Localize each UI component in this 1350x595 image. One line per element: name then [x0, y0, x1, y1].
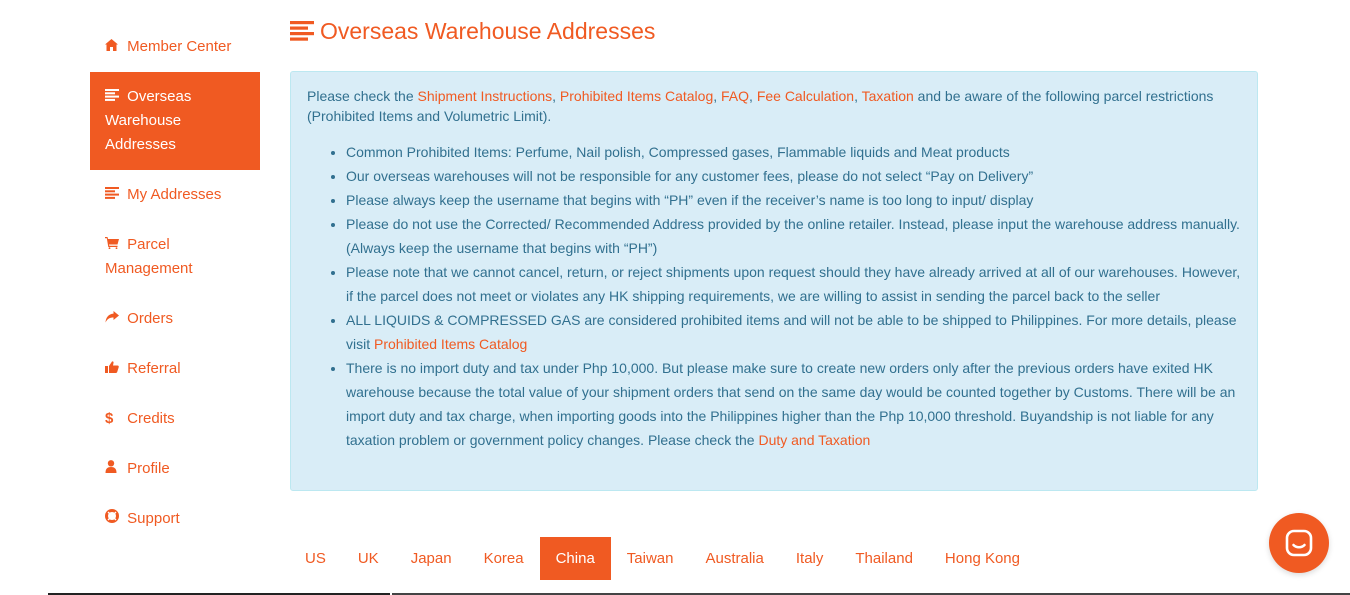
- thumbs-up-icon: [105, 357, 123, 381]
- separator: ,: [749, 88, 757, 104]
- tab-korea[interactable]: Korea: [468, 537, 540, 580]
- faq-link[interactable]: FAQ: [721, 88, 749, 104]
- sidebar-item-credits[interactable]: $ Credits: [90, 394, 260, 444]
- dollar-icon: $: [105, 410, 114, 427]
- sidebar-item-overseas-warehouse-addresses[interactable]: Overseas Warehouse Addresses: [90, 72, 260, 170]
- tab-us[interactable]: US: [289, 537, 342, 580]
- chat-icon: [1285, 529, 1313, 557]
- tab-japan[interactable]: Japan: [395, 537, 468, 580]
- tab-thailand[interactable]: Thailand: [839, 537, 929, 580]
- sidebar-item-member-center[interactable]: Member Center: [90, 22, 260, 72]
- shipment-instructions-link[interactable]: Shipment Instructions: [418, 88, 553, 104]
- sidebar-item-parcel-management[interactable]: Parcel Management: [90, 220, 260, 294]
- tab-taiwan[interactable]: Taiwan: [611, 537, 690, 580]
- list-item: Our overseas warehouses will not be resp…: [346, 164, 1241, 188]
- list-item: There is no import duty and tax under Ph…: [346, 356, 1241, 452]
- notice-box: Please check the Shipment Instructions, …: [290, 71, 1258, 491]
- sidebar-item-label: Support: [127, 510, 180, 527]
- notice-intro: Please check the Shipment Instructions, …: [307, 86, 1241, 126]
- separator: ,: [552, 88, 560, 104]
- share-icon: [105, 307, 123, 331]
- restriction-list: Common Prohibited Items: Perfume, Nail p…: [307, 140, 1241, 452]
- home-icon: [105, 35, 123, 59]
- tab-uk[interactable]: UK: [342, 537, 395, 580]
- sidebar-item-support[interactable]: Support: [90, 494, 260, 544]
- list-item: Please do not use the Corrected/ Recomme…: [346, 212, 1241, 260]
- tab-hong-kong[interactable]: Hong Kong: [929, 537, 1036, 580]
- tab-australia[interactable]: Australia: [690, 537, 780, 580]
- separator: ,: [713, 88, 722, 104]
- list-item: Common Prohibited Items: Perfume, Nail p…: [346, 140, 1241, 164]
- page-title: Overseas Warehouse Addresses: [290, 15, 655, 49]
- sidebar-item-my-addresses[interactable]: My Addresses: [90, 170, 260, 220]
- list-item: ALL LIQUIDS & COMPRESSED GAS are conside…: [346, 308, 1241, 356]
- chat-button[interactable]: [1269, 513, 1329, 573]
- country-tabs: US UK Japan Korea China Taiwan Australia…: [289, 537, 1036, 580]
- list-icon: [290, 17, 314, 49]
- fee-calculation-link[interactable]: Fee Calculation: [757, 88, 854, 104]
- list-icon: [105, 85, 123, 109]
- taxation-link[interactable]: Taxation: [862, 88, 914, 104]
- user-icon: [105, 457, 123, 481]
- sidebar-item-profile[interactable]: Profile: [90, 444, 260, 494]
- lifebuoy-icon: [105, 507, 123, 531]
- tab-china[interactable]: China: [539, 537, 611, 580]
- list-icon: [105, 183, 123, 207]
- sidebar-item-label: Referral: [127, 360, 181, 377]
- duty-and-taxation-link[interactable]: Duty and Taxation: [758, 432, 870, 448]
- cart-icon: [105, 233, 123, 257]
- prohibited-items-catalog-link[interactable]: Prohibited Items Catalog: [560, 88, 713, 104]
- notice-intro-prefix: Please check the: [307, 88, 418, 104]
- list-item: Please always keep the username that beg…: [346, 188, 1241, 212]
- sidebar-item-label: Orders: [127, 310, 174, 327]
- sidebar-item-label: My Addresses: [127, 186, 222, 203]
- sidebar-item-orders[interactable]: Orders: [90, 294, 260, 344]
- sidebar-item-label: Member Center: [127, 38, 232, 55]
- prohibited-items-catalog-link[interactable]: Prohibited Items Catalog: [374, 336, 527, 352]
- tab-italy[interactable]: Italy: [780, 537, 840, 580]
- page-title-text: Overseas Warehouse Addresses: [320, 18, 656, 44]
- sidebar-item-label: Credits: [127, 410, 175, 427]
- separator: ,: [854, 88, 862, 104]
- list-item: Please note that we cannot cancel, retur…: [346, 260, 1241, 308]
- sidebar-item-referral[interactable]: Referral: [90, 344, 260, 394]
- sidebar-item-label: Profile: [127, 460, 170, 477]
- sidebar: Member Center Overseas Warehouse Address…: [90, 22, 260, 544]
